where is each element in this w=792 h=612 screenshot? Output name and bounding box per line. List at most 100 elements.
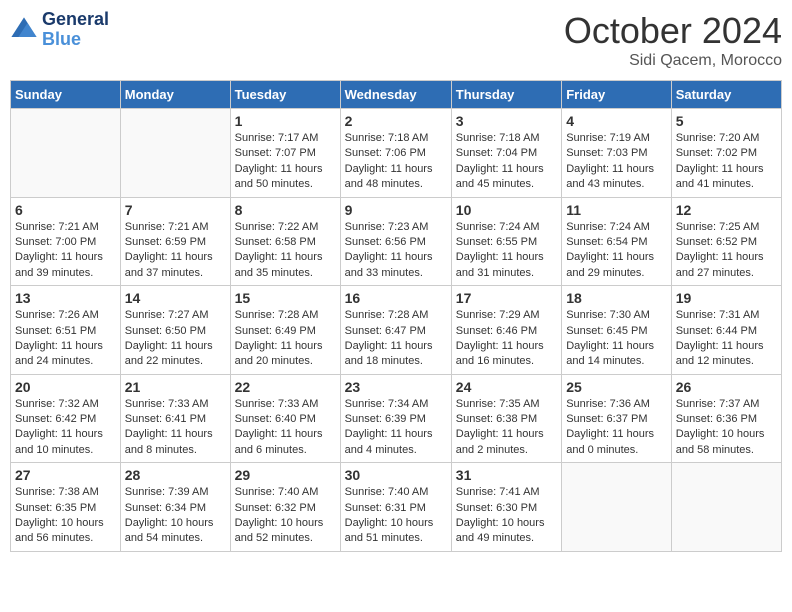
cell-details: Sunrise: 7:39 AMSunset: 6:34 PMDaylight:… bbox=[125, 486, 214, 544]
calendar-week-row: 6 Sunrise: 7:21 AMSunset: 7:00 PMDaylight… bbox=[11, 197, 782, 286]
cell-details: Sunrise: 7:23 AMSunset: 6:56 PMDaylight:… bbox=[345, 221, 433, 279]
calendar-cell: 20Sunrise: 7:32 AMSunset: 6:42 PMDayligh… bbox=[11, 374, 121, 463]
page-header: General Blue October 2024 Sidi Qacem, Mo… bbox=[10, 10, 782, 70]
calendar-cell: 18 Sunrise: 7:30 AMSunset: 6:45 PMDayligh… bbox=[562, 286, 672, 375]
calendar-cell bbox=[671, 463, 781, 552]
calendar-cell: 16 Sunrise: 7:28 AMSunset: 6:47 PMDayligh… bbox=[340, 286, 451, 375]
cell-details: Sunrise: 7:35 AMSunset: 6:38 PMDaylight:… bbox=[456, 398, 544, 456]
weekday-header-row: SundayMondayTuesdayWednesdayThursdayFrid… bbox=[11, 81, 782, 109]
location: Sidi Qacem, Morocco bbox=[564, 52, 782, 70]
weekday-header: Thursday bbox=[451, 81, 561, 109]
day-number: 1 bbox=[235, 113, 336, 129]
cell-details: Sunrise: 7:36 AMSunset: 6:37 PMDaylight:… bbox=[566, 398, 654, 456]
calendar-cell bbox=[562, 463, 672, 552]
calendar-cell: 19Sunrise: 7:31 AMSunset: 6:44 PMDayligh… bbox=[671, 286, 781, 375]
calendar-cell: 8 Sunrise: 7:22 AMSunset: 6:58 PMDaylight… bbox=[230, 197, 340, 286]
calendar-cell: 17 Sunrise: 7:29 AMSunset: 6:46 PMDayligh… bbox=[451, 286, 561, 375]
calendar-cell: 22 Sunrise: 7:33 AMSunset: 6:40 PMDayligh… bbox=[230, 374, 340, 463]
weekday-header: Monday bbox=[120, 81, 230, 109]
day-number: 2 bbox=[345, 113, 447, 129]
cell-details: Sunrise: 7:25 AMSunset: 6:52 PMDaylight:… bbox=[676, 221, 764, 279]
calendar-cell bbox=[120, 109, 230, 198]
calendar-cell: 11 Sunrise: 7:24 AMSunset: 6:54 PMDayligh… bbox=[562, 197, 672, 286]
logo-text: General Blue bbox=[42, 10, 109, 50]
day-number: 29 bbox=[235, 467, 336, 483]
logo: General Blue bbox=[10, 10, 109, 50]
day-number: 9 bbox=[345, 202, 447, 218]
day-number: 13 bbox=[15, 290, 116, 306]
calendar-cell: 25 Sunrise: 7:36 AMSunset: 6:37 PMDayligh… bbox=[562, 374, 672, 463]
cell-details: Sunrise: 7:26 AMSunset: 6:51 PMDaylight:… bbox=[15, 309, 103, 367]
calendar-cell: 29 Sunrise: 7:40 AMSunset: 6:32 PMDayligh… bbox=[230, 463, 340, 552]
day-number: 25 bbox=[566, 379, 667, 395]
calendar-cell: 3 Sunrise: 7:18 AMSunset: 7:04 PMDaylight… bbox=[451, 109, 561, 198]
calendar-cell: 4 Sunrise: 7:19 AMSunset: 7:03 PMDaylight… bbox=[562, 109, 672, 198]
cell-details: Sunrise: 7:20 AMSunset: 7:02 PMDaylight:… bbox=[676, 132, 764, 190]
cell-details: Sunrise: 7:32 AMSunset: 6:42 PMDaylight:… bbox=[15, 398, 103, 456]
weekday-header: Sunday bbox=[11, 81, 121, 109]
day-number: 11 bbox=[566, 202, 667, 218]
cell-details: Sunrise: 7:27 AMSunset: 6:50 PMDaylight:… bbox=[125, 309, 213, 367]
calendar-week-row: 27Sunrise: 7:38 AMSunset: 6:35 PMDayligh… bbox=[11, 463, 782, 552]
day-number: 5 bbox=[676, 113, 777, 129]
day-number: 22 bbox=[235, 379, 336, 395]
day-number: 6 bbox=[15, 202, 116, 218]
calendar-week-row: 13 Sunrise: 7:26 AMSunset: 6:51 PMDayligh… bbox=[11, 286, 782, 375]
cell-details: Sunrise: 7:40 AMSunset: 6:32 PMDaylight:… bbox=[235, 486, 324, 544]
calendar-cell: 9 Sunrise: 7:23 AMSunset: 6:56 PMDaylight… bbox=[340, 197, 451, 286]
cell-details: Sunrise: 7:33 AMSunset: 6:41 PMDaylight:… bbox=[125, 398, 213, 456]
cell-details: Sunrise: 7:24 AMSunset: 6:55 PMDaylight:… bbox=[456, 221, 544, 279]
day-number: 12 bbox=[676, 202, 777, 218]
day-number: 26 bbox=[676, 379, 777, 395]
cell-details: Sunrise: 7:21 AMSunset: 7:00 PMDaylight:… bbox=[15, 221, 103, 279]
weekday-header: Wednesday bbox=[340, 81, 451, 109]
calendar-cell: 15 Sunrise: 7:28 AMSunset: 6:49 PMDayligh… bbox=[230, 286, 340, 375]
calendar-cell: 26 Sunrise: 7:37 AMSunset: 6:36 PMDayligh… bbox=[671, 374, 781, 463]
day-number: 4 bbox=[566, 113, 667, 129]
day-number: 16 bbox=[345, 290, 447, 306]
cell-details: Sunrise: 7:37 AMSunset: 6:36 PMDaylight:… bbox=[676, 398, 765, 456]
cell-details: Sunrise: 7:17 AMSunset: 7:07 PMDaylight:… bbox=[235, 132, 323, 190]
calendar-cell: 5 Sunrise: 7:20 AMSunset: 7:02 PMDaylight… bbox=[671, 109, 781, 198]
calendar-table: SundayMondayTuesdayWednesdayThursdayFrid… bbox=[10, 80, 782, 552]
day-number: 14 bbox=[125, 290, 226, 306]
cell-details: Sunrise: 7:21 AMSunset: 6:59 PMDaylight:… bbox=[125, 221, 213, 279]
calendar-cell: 30Sunrise: 7:40 AMSunset: 6:31 PMDayligh… bbox=[340, 463, 451, 552]
day-number: 18 bbox=[566, 290, 667, 306]
cell-details: Sunrise: 7:30 AMSunset: 6:45 PMDaylight:… bbox=[566, 309, 654, 367]
cell-details: Sunrise: 7:24 AMSunset: 6:54 PMDaylight:… bbox=[566, 221, 654, 279]
calendar-cell: 23Sunrise: 7:34 AMSunset: 6:39 PMDayligh… bbox=[340, 374, 451, 463]
calendar-cell: 12 Sunrise: 7:25 AMSunset: 6:52 PMDayligh… bbox=[671, 197, 781, 286]
day-number: 30 bbox=[345, 467, 447, 483]
day-number: 27 bbox=[15, 467, 116, 483]
cell-details: Sunrise: 7:19 AMSunset: 7:03 PMDaylight:… bbox=[566, 132, 654, 190]
cell-details: Sunrise: 7:33 AMSunset: 6:40 PMDaylight:… bbox=[235, 398, 323, 456]
cell-details: Sunrise: 7:18 AMSunset: 7:04 PMDaylight:… bbox=[456, 132, 544, 190]
weekday-header: Saturday bbox=[671, 81, 781, 109]
calendar-cell: 10Sunrise: 7:24 AMSunset: 6:55 PMDayligh… bbox=[451, 197, 561, 286]
cell-details: Sunrise: 7:29 AMSunset: 6:46 PMDaylight:… bbox=[456, 309, 544, 367]
calendar-week-row: 20Sunrise: 7:32 AMSunset: 6:42 PMDayligh… bbox=[11, 374, 782, 463]
cell-details: Sunrise: 7:31 AMSunset: 6:44 PMDaylight:… bbox=[676, 309, 764, 367]
day-number: 17 bbox=[456, 290, 557, 306]
weekday-header: Friday bbox=[562, 81, 672, 109]
cell-details: Sunrise: 7:22 AMSunset: 6:58 PMDaylight:… bbox=[235, 221, 323, 279]
calendar-cell: 7 Sunrise: 7:21 AMSunset: 6:59 PMDaylight… bbox=[120, 197, 230, 286]
calendar-cell bbox=[11, 109, 121, 198]
calendar-cell: 6 Sunrise: 7:21 AMSunset: 7:00 PMDaylight… bbox=[11, 197, 121, 286]
day-number: 28 bbox=[125, 467, 226, 483]
day-number: 3 bbox=[456, 113, 557, 129]
cell-details: Sunrise: 7:34 AMSunset: 6:39 PMDaylight:… bbox=[345, 398, 433, 456]
logo-icon bbox=[10, 16, 38, 44]
day-number: 7 bbox=[125, 202, 226, 218]
cell-details: Sunrise: 7:28 AMSunset: 6:49 PMDaylight:… bbox=[235, 309, 323, 367]
calendar-cell: 27Sunrise: 7:38 AMSunset: 6:35 PMDayligh… bbox=[11, 463, 121, 552]
calendar-cell: 21Sunrise: 7:33 AMSunset: 6:41 PMDayligh… bbox=[120, 374, 230, 463]
title-block: October 2024 Sidi Qacem, Morocco bbox=[564, 10, 782, 70]
day-number: 31 bbox=[456, 467, 557, 483]
day-number: 8 bbox=[235, 202, 336, 218]
calendar-cell: 13 Sunrise: 7:26 AMSunset: 6:51 PMDayligh… bbox=[11, 286, 121, 375]
calendar-cell: 28 Sunrise: 7:39 AMSunset: 6:34 PMDayligh… bbox=[120, 463, 230, 552]
cell-details: Sunrise: 7:28 AMSunset: 6:47 PMDaylight:… bbox=[345, 309, 433, 367]
day-number: 15 bbox=[235, 290, 336, 306]
